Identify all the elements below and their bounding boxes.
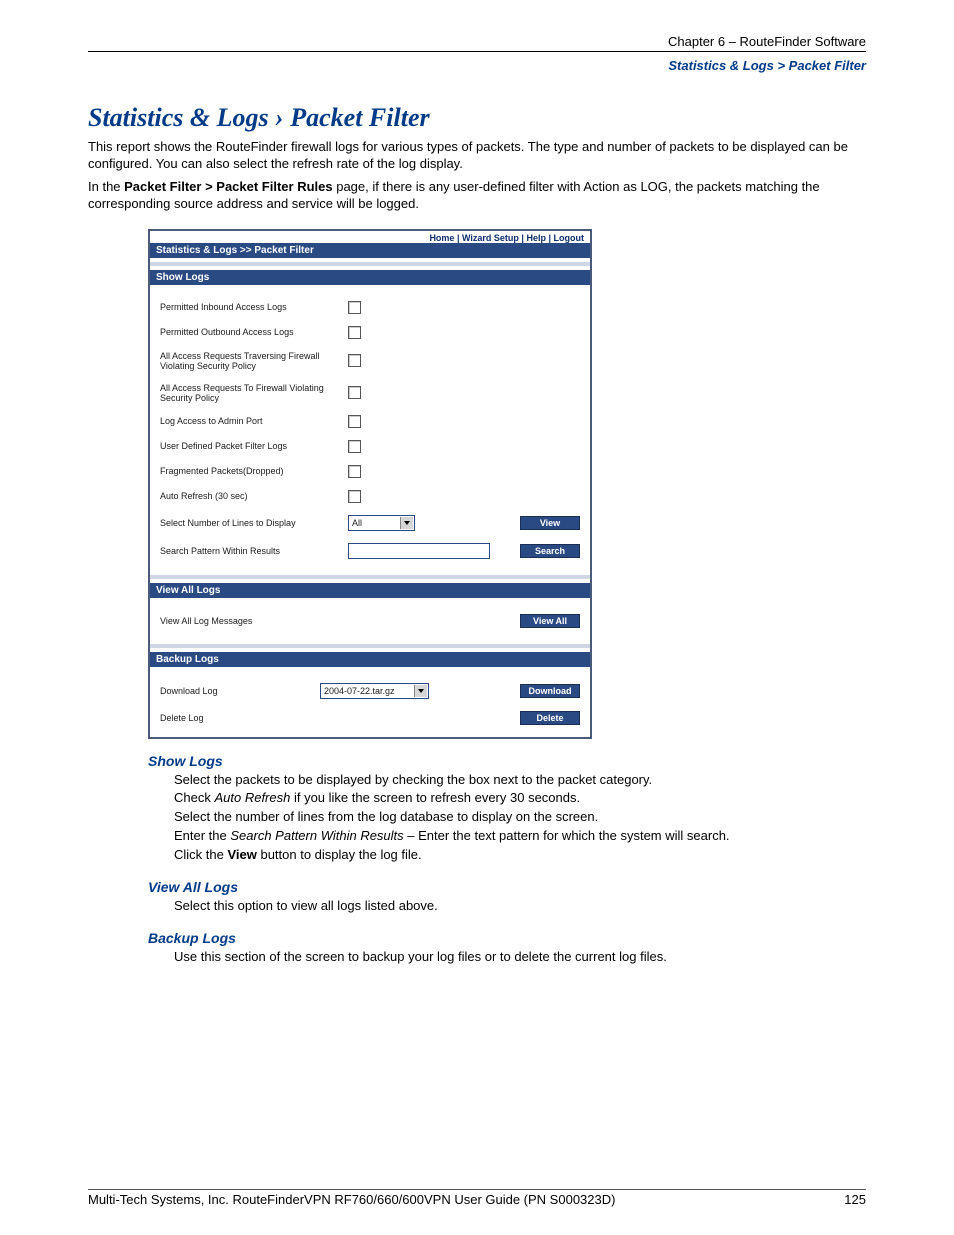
checkbox-fragmented[interactable] (348, 465, 361, 478)
breadcrumb: Statistics & Logs > Packet Filter (88, 58, 866, 73)
bar-show-logs: Show Logs (150, 270, 590, 285)
row-auto-refresh: Auto Refresh (30 sec) (160, 491, 348, 501)
checkbox-to-firewall[interactable] (348, 386, 361, 399)
search-button[interactable]: Search (520, 544, 580, 558)
view-button[interactable]: View (520, 516, 580, 530)
backup-body: Use this section of the screen to backup… (174, 948, 866, 967)
title-part-b: Packet Filter (290, 103, 429, 132)
row-user-defined: User Defined Packet Filter Logs (160, 441, 348, 451)
intro-para-1: This report shows the RouteFinder firewa… (88, 139, 866, 173)
checkbox-traversing[interactable] (348, 354, 361, 367)
row-permitted-outbound: Permitted Outbound Access Logs (160, 327, 348, 337)
page-footer: Multi-Tech Systems, Inc. RouteFinderVPN … (88, 1189, 866, 1207)
select-num-lines[interactable]: All (348, 515, 415, 531)
checkbox-inbound[interactable] (348, 301, 361, 314)
show-line-4: Enter the Search Pattern Within Results … (174, 827, 866, 846)
download-button[interactable]: Download (520, 684, 580, 698)
page-number: 125 (844, 1192, 866, 1207)
download-log-label: Download Log (160, 686, 320, 696)
download-log-select[interactable]: 2004-07-22.tar.gz (320, 683, 429, 699)
screenshot-panel: Home | Wizard Setup | Help | Logout Stat… (148, 229, 592, 739)
checkbox-admin-port[interactable] (348, 415, 361, 428)
title-sep: › (269, 103, 291, 132)
show-line-1: Select the packets to be displayed by ch… (174, 771, 866, 790)
delete-log-label: Delete Log (160, 713, 320, 723)
panel-top-nav: Home | Wizard Setup | Help | Logout (150, 231, 590, 243)
row-admin-port: Log Access to Admin Port (160, 416, 348, 426)
footer-text: Multi-Tech Systems, Inc. RouteFinderVPN … (88, 1192, 615, 1207)
nav-help[interactable]: Help (526, 233, 546, 243)
section-backup-head: Backup Logs (148, 930, 866, 946)
checkbox-auto-refresh[interactable] (348, 490, 361, 503)
show-line-3: Select the number of lines from the log … (174, 808, 866, 827)
row-traversing: All Access Requests Traversing Firewall … (160, 351, 348, 371)
row-num-lines: Select Number of Lines to Display (160, 518, 348, 528)
section-show-logs-head: Show Logs (148, 753, 866, 769)
nav-home[interactable]: Home (429, 233, 454, 243)
show-line-2: Check Auto Refresh if you like the scree… (174, 789, 866, 808)
checkbox-user-defined[interactable] (348, 440, 361, 453)
title-part-a: Statistics & Logs (88, 103, 269, 132)
bar-backup-logs: Backup Logs (150, 652, 590, 667)
view-all-label: View All Log Messages (160, 616, 252, 626)
view-all-button[interactable]: View All (520, 614, 580, 628)
nav-logout[interactable]: Logout (554, 233, 585, 243)
show-line-5: Click the View button to display the log… (174, 846, 866, 865)
row-search-pattern: Search Pattern Within Results (160, 546, 348, 556)
search-input[interactable] (348, 543, 490, 559)
row-to-firewall: All Access Requests To Firewall Violatin… (160, 383, 348, 403)
view-all-body: Select this option to view all logs list… (174, 897, 866, 916)
section-view-all-head: View All Logs (148, 879, 866, 895)
panel-title-bar: Statistics & Logs >> Packet Filter (150, 243, 590, 258)
chapter-label: Chapter 6 – RouteFinder Software (88, 34, 866, 49)
intro-para-2: In the Packet Filter > Packet Filter Rul… (88, 179, 866, 213)
row-permitted-inbound: Permitted Inbound Access Logs (160, 302, 348, 312)
page-title: Statistics & Logs › Packet Filter (88, 103, 866, 133)
row-fragmented: Fragmented Packets(Dropped) (160, 466, 348, 476)
delete-button[interactable]: Delete (520, 711, 580, 725)
nav-wizard[interactable]: Wizard Setup (462, 233, 519, 243)
bar-view-all-logs: View All Logs (150, 583, 590, 598)
checkbox-outbound[interactable] (348, 326, 361, 339)
